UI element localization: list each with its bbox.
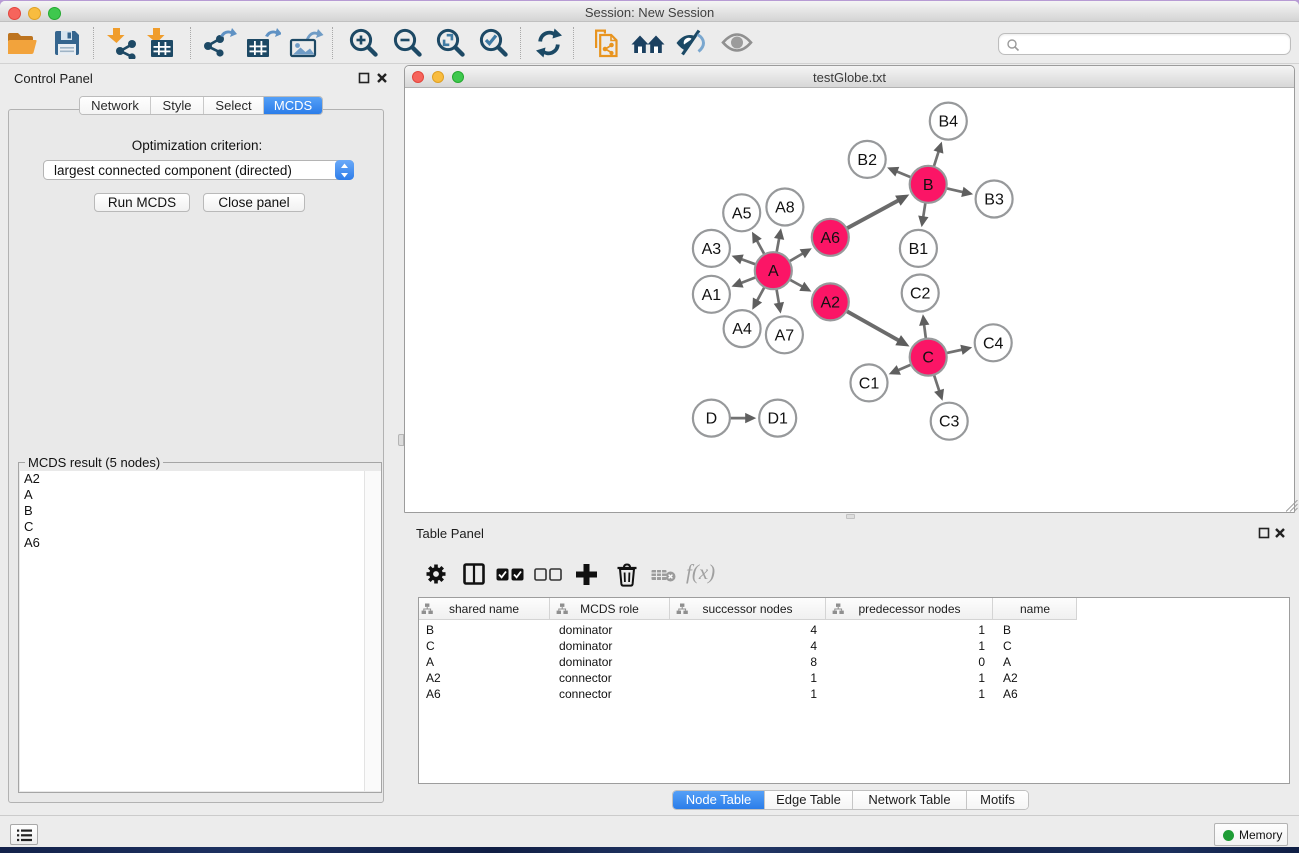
svg-text:A4: A4 — [732, 321, 752, 338]
svg-text:B2: B2 — [857, 152, 877, 169]
svg-text:C4: C4 — [983, 335, 1004, 352]
svg-text:A6: A6 — [821, 230, 841, 247]
svg-text:C3: C3 — [939, 414, 960, 431]
svg-text:A8: A8 — [775, 200, 795, 217]
svg-text:A5: A5 — [732, 205, 752, 222]
svg-text:C2: C2 — [910, 286, 931, 303]
svg-text:A7: A7 — [775, 327, 795, 344]
svg-text:B: B — [923, 177, 934, 194]
svg-text:A: A — [768, 263, 779, 280]
svg-text:D: D — [706, 411, 718, 428]
svg-text:A2: A2 — [821, 294, 841, 311]
svg-text:A3: A3 — [702, 241, 722, 258]
svg-text:B3: B3 — [984, 192, 1004, 209]
svg-text:D1: D1 — [767, 411, 788, 428]
svg-text:A1: A1 — [702, 287, 722, 304]
svg-text:C: C — [922, 350, 934, 367]
svg-text:B1: B1 — [909, 241, 929, 258]
svg-text:B4: B4 — [939, 114, 959, 131]
svg-text:C1: C1 — [859, 375, 880, 392]
